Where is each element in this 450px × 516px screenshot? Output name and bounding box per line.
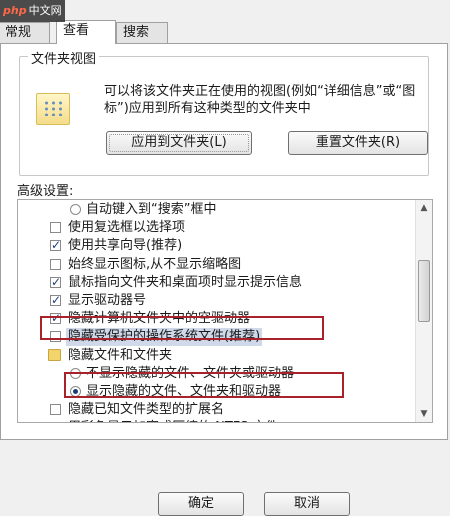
setting-label: 显示隐藏的文件、文件夹和驱动器: [86, 384, 282, 399]
setting-label: 使用共享向导(推荐): [68, 238, 183, 254]
radio-button[interactable]: [70, 367, 81, 379]
setting-label: 隐藏计算机文件夹中的空驱动器: [68, 311, 251, 327]
site-watermark: php 中文网: [0, 0, 65, 22]
radio-button[interactable]: [70, 386, 81, 397]
tab-search[interactable]: 搜索: [116, 22, 168, 43]
folder-views-description: 可以将该文件夹正在使用的视图(例如“详细信息”或“图标”)应用到所有这种类型的文…: [104, 84, 416, 116]
setting-label: 鼠标指向文件夹和桌面项时显示提示信息: [68, 274, 303, 290]
checkbox[interactable]: [50, 309, 61, 327]
advanced-list-scrollbar[interactable]: ▲ ▼: [415, 200, 432, 422]
folder-view-icon: [36, 93, 70, 125]
setting-label: 用彩色显示加密或压缩的 NTFS 文件: [68, 419, 278, 422]
checkbox[interactable]: [50, 291, 61, 309]
checkbox[interactable]: [51, 418, 61, 422]
scrollbar-thumb[interactable]: [418, 260, 430, 322]
advanced-settings-list: 自动键入到“搜索”框中使用复选框以选择项使用共享向导(推荐) 始终显示图标,从不显…: [17, 199, 433, 423]
reset-folders-button[interactable]: 重置文件夹(R): [288, 131, 428, 155]
watermark-site: 中文网: [28, 4, 62, 17]
advanced-settings-label: 高级设置:: [17, 184, 74, 199]
folder-icon: [48, 348, 61, 361]
checkbox[interactable]: [50, 404, 61, 416]
advanced-settings-rows: 自动键入到“搜索”框中使用复选框以选择项使用共享向导(推荐) 始终显示图标,从不显…: [18, 200, 414, 422]
tab-view[interactable]: 查看: [56, 20, 116, 44]
apply-to-folders-button[interactable]: 应用到文件夹(L): [106, 131, 252, 155]
cancel-button[interactable]: 取消: [264, 492, 350, 516]
watermark-brand: php: [3, 4, 27, 17]
checkbox[interactable]: [50, 273, 61, 291]
setting-label: 显示驱动器号: [68, 293, 147, 308]
scroll-down-arrow-icon[interactable]: ▼: [416, 406, 432, 422]
setting-label: 使用复选框以选择项: [68, 220, 186, 236]
checkbox[interactable]: [50, 222, 61, 234]
setting-label: 隐藏已知文件类型的扩展名: [68, 402, 225, 418]
setting-label: 隐藏文件和文件夹: [68, 347, 173, 363]
view-tab-panel: 文件夹视图 可以将该文件夹正在使用的视图(例如“详细信息”或“图标”)应用到所有…: [0, 43, 448, 440]
setting-label: 隐藏受保护的操作系统文件(推荐): [66, 328, 263, 347]
tab-general[interactable]: 常规: [0, 22, 50, 43]
folder-views-group: 文件夹视图 可以将该文件夹正在使用的视图(例如“详细信息”或“图标”)应用到所有…: [19, 48, 429, 176]
tab-strip: 常规 查看 搜索: [0, 20, 450, 44]
folder-views-legend: 文件夹视图: [28, 48, 100, 67]
apply-to-folders-label: 应用到文件夹(L): [131, 135, 227, 150]
checkbox[interactable]: [50, 236, 61, 254]
setting-label: 自动键入到“搜索”框中: [86, 202, 217, 217]
setting-label: 不显示隐藏的文件、文件夹或驱动器: [86, 365, 295, 381]
ok-button[interactable]: 确定: [158, 492, 244, 516]
checkbox[interactable]: [50, 331, 61, 343]
scroll-up-arrow-icon[interactable]: ▲: [416, 200, 432, 216]
checkbox[interactable]: [50, 258, 61, 270]
setting-label: 始终显示图标,从不显示缩略图: [68, 256, 242, 272]
radio-button[interactable]: [70, 204, 81, 215]
reset-folders-label: 重置文件夹(R): [315, 135, 401, 150]
